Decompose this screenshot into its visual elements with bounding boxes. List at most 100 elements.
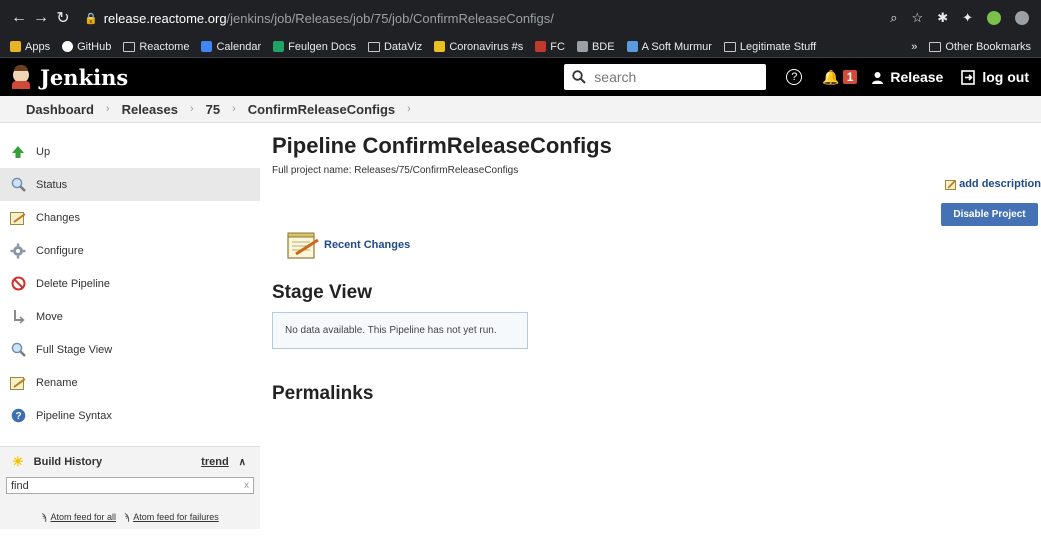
forward-arrow-icon[interactable]: → — [30, 9, 52, 27]
reload-icon[interactable]: ↻ — [52, 8, 74, 28]
puzzle-icon[interactable]: ✦ — [962, 10, 973, 26]
extension-green-icon[interactable] — [987, 11, 1001, 25]
other-bookmarks-label: Other Bookmarks — [945, 40, 1031, 53]
sidebar: Up Status Changes Configure Delete Pipeline M… — [0, 123, 260, 529]
atom-feed-all-link[interactable]: Atom feed for all — [50, 512, 116, 522]
chevron-right-icon[interactable]: › — [190, 103, 194, 115]
sidebar-item-label: Move — [36, 310, 63, 323]
sidebar-item-move[interactable]: Move — [0, 300, 260, 333]
droplet-icon — [626, 41, 638, 52]
search-box[interactable] — [564, 64, 767, 90]
disable-project-button[interactable]: Disable Project — [941, 203, 1038, 226]
notepad-icon — [10, 375, 26, 391]
sidebar-item-rename[interactable]: Rename — [0, 366, 260, 399]
sidebar-item-status[interactable]: Status — [0, 168, 260, 201]
breadcrumb-item[interactable]: 75 — [206, 102, 220, 117]
build-history-title: Build History — [33, 456, 103, 468]
sidebar-item-delete-pipeline[interactable]: Delete Pipeline — [0, 267, 260, 300]
app-title: Jenkins — [40, 64, 129, 90]
bookmarks-overflow-button[interactable]: » — [911, 41, 917, 53]
notification-badge[interactable]: 1 — [842, 70, 858, 84]
help-icon[interactable]: ? — [786, 69, 803, 85]
user-menu[interactable]: Release — [871, 69, 943, 85]
jenkins-butler-icon — [12, 65, 30, 89]
sidebar-item-changes[interactable]: Changes — [0, 201, 260, 234]
address-bar[interactable]: 🔒 release.reactome.org/jenkins/job/Relea… — [84, 11, 890, 26]
apps-grid-icon — [10, 41, 21, 52]
trend-link[interactable]: trend — [201, 456, 229, 468]
zoom-icon[interactable]: ⌕ — [890, 10, 897, 26]
build-find-box[interactable]: x — [6, 477, 254, 494]
folder-icon — [723, 41, 736, 52]
url-path: /jenkins/job/Releases/job/75/job/Confirm… — [226, 10, 554, 26]
other-bookmarks-folder[interactable]: Other Bookmarks — [929, 41, 1031, 53]
sidebar-item-up[interactable]: Up — [0, 135, 260, 168]
recent-changes-link[interactable]: Recent Changes — [286, 230, 1041, 260]
build-find-input[interactable] — [11, 479, 244, 492]
main-content: Pipeline ConfirmReleaseConfigs Full proj… — [260, 123, 1041, 529]
bookmark-item[interactable]: Legitimate Stuff — [723, 40, 817, 53]
bookmark-item[interactable]: Apps — [10, 41, 50, 53]
browser-toolbar: ← → ↻ 🔒 release.reactome.org/jenkins/job… — [0, 0, 1041, 36]
bookmark-item[interactable]: Feulgen Docs — [273, 41, 356, 53]
sidebar-item-full-stage-view[interactable]: Full Stage View — [0, 333, 260, 366]
sidebar-item-label: Status — [36, 178, 68, 191]
bookmark-item[interactable]: A Soft Murmur — [626, 41, 712, 53]
gear-icon — [10, 243, 26, 259]
build-history-panel: ☀ Build History trend ∧ x ϡ Atom feed fo… — [0, 446, 260, 529]
star-icon[interactable]: ☆ — [912, 10, 924, 26]
rss-icon: ϡ — [123, 511, 130, 522]
lock-icon: 🔒 — [84, 12, 98, 25]
full-project-name: Full project name: Releases/75/ConfirmRe… — [272, 165, 519, 176]
page-title: Pipeline ConfirmReleaseConfigs — [272, 133, 612, 158]
edit-notepad-icon — [945, 179, 957, 190]
bookmark-label: Legitimate Stuff — [739, 40, 817, 53]
bookmark-item[interactable]: Coronavirus #s — [434, 41, 523, 53]
profile-icon[interactable] — [1015, 11, 1029, 25]
chevron-right-icon[interactable]: › — [232, 103, 236, 115]
user-icon — [872, 71, 884, 84]
bell-icon[interactable]: 🔔 — [822, 69, 839, 86]
breadcrumb-item[interactable]: ConfirmReleaseConfigs — [248, 102, 395, 117]
sheet-icon — [434, 41, 446, 52]
bookmark-label: BDE — [591, 40, 615, 53]
permalinks-title: Permalinks — [272, 383, 374, 404]
bookmark-item[interactable]: Reactome — [123, 41, 189, 53]
chevron-right-icon[interactable]: › — [106, 103, 110, 115]
chevron-up-icon[interactable]: ∧ — [239, 457, 246, 468]
help-icon: ? — [10, 408, 26, 424]
magnifier-icon — [10, 177, 26, 193]
add-description-link[interactable]: add description — [945, 178, 1041, 190]
bookmark-item[interactable]: Calendar — [201, 41, 261, 53]
clear-icon[interactable]: x — [244, 480, 249, 491]
back-arrow-icon[interactable]: ← — [8, 9, 30, 27]
drive-icon — [273, 41, 285, 52]
sidebar-item-pipeline-syntax[interactable]: ? Pipeline Syntax — [0, 399, 260, 432]
bookmark-item[interactable]: BDE — [576, 40, 615, 53]
chevron-right-icon[interactable]: › — [407, 103, 411, 115]
bookmark-label: GitHub — [77, 40, 112, 53]
magnifier-icon — [10, 342, 26, 358]
sidebar-item-label: Rename — [36, 376, 78, 389]
logout-link[interactable]: log out — [961, 69, 1029, 85]
breadcrumb-item[interactable]: Dashboard — [26, 102, 94, 117]
bookmark-item[interactable]: DataViz — [367, 40, 423, 53]
bookmark-item[interactable]: FC — [535, 41, 565, 53]
folder-icon — [367, 41, 380, 52]
folder-icon — [123, 41, 136, 52]
sidebar-item-configure[interactable]: Configure — [0, 234, 260, 267]
bookmark-label: Coronavirus #s — [449, 40, 524, 53]
bookmark-label: Calendar — [216, 40, 262, 53]
move-icon — [10, 309, 26, 325]
extension-gear-icon[interactable]: ✱ — [937, 10, 948, 26]
bookmarks-bar: Apps GitHub Reactome Calendar Feulgen Docs Da… — [0, 36, 1041, 58]
bookmark-item[interactable]: GitHub — [62, 41, 111, 53]
search-input[interactable] — [594, 69, 745, 85]
breadcrumb-item[interactable]: Releases — [122, 102, 178, 117]
sidebar-item-label: Configure — [36, 244, 84, 257]
bookmark-label: DataViz — [383, 40, 423, 53]
jenkins-logo[interactable]: Jenkins — [12, 65, 128, 90]
logout-label: log out — [982, 69, 1029, 85]
url-host: release.reactome.org — [103, 10, 227, 26]
atom-feed-failures-link[interactable]: Atom feed for failures — [133, 512, 219, 522]
